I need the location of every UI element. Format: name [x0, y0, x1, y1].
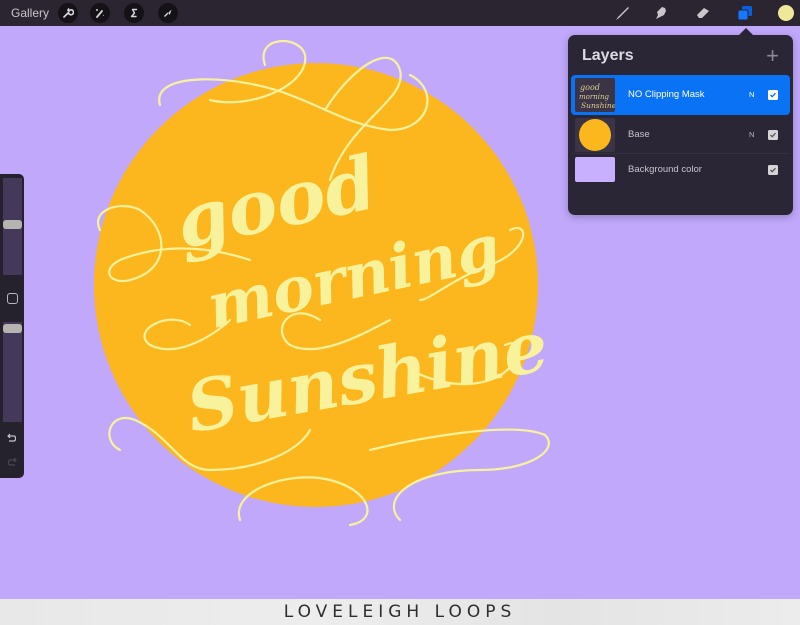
layers-icon[interactable] — [736, 4, 754, 22]
brand-footer: LOVELEIGH LOOPS — [0, 599, 800, 625]
checkmark-icon — [770, 92, 776, 98]
layer-thumbnail-lettering: good morning Sunshine — [575, 78, 617, 112]
sidebar — [0, 174, 24, 478]
gallery-button[interactable]: Gallery — [11, 6, 49, 20]
modify-button[interactable] — [7, 293, 18, 304]
checkmark-icon — [770, 167, 776, 173]
brush-icon[interactable] — [613, 4, 631, 22]
procreate-app: Gallery good morning Sunshine Layers + g… — [0, 0, 800, 625]
eraser-icon[interactable] — [694, 4, 712, 22]
actions-button[interactable] — [58, 3, 78, 23]
svg-text:good: good — [580, 83, 600, 92]
selection-s-icon — [130, 8, 138, 18]
layer-row[interactable]: good morning Sunshine NO Clipping Mask N — [571, 75, 790, 115]
opacity-slider[interactable] — [3, 322, 22, 422]
layers-panel-title: Layers — [582, 47, 634, 64]
layer-thumbnail-base — [575, 118, 615, 152]
svg-text:Sunshine: Sunshine — [581, 101, 615, 110]
wrench-icon — [63, 8, 74, 18]
layer-name: Base — [628, 129, 650, 140]
redo-icon[interactable] — [6, 456, 18, 468]
layer-row[interactable]: Background color — [571, 155, 790, 185]
layer-visibility-checkbox[interactable] — [768, 90, 778, 100]
magic-wand-icon — [96, 9, 104, 18]
svg-text:morning: morning — [579, 93, 609, 101]
opacity-thumb[interactable] — [3, 324, 22, 333]
blend-mode-button[interactable]: N — [749, 90, 754, 99]
layer-thumbnail-background — [575, 157, 615, 182]
smudge-icon[interactable] — [652, 4, 670, 22]
lettering-words: good morning Sunshine — [90, 30, 560, 530]
add-layer-button[interactable]: + — [766, 43, 779, 69]
selection-button[interactable] — [124, 3, 144, 23]
top-toolbar: Gallery — [0, 0, 800, 26]
layer-visibility-checkbox[interactable] — [768, 130, 778, 140]
brand-name: LOVELEIGH LOOPS — [283, 602, 517, 622]
arrow-cursor-icon — [164, 9, 172, 17]
transform-button[interactable] — [158, 3, 178, 23]
layer-name: Background color — [628, 164, 702, 175]
layers-panel: Layers + good morning Sunshine NO Clipping… — [568, 35, 793, 215]
brush-size-thumb[interactable] — [3, 220, 22, 229]
layer-visibility-checkbox[interactable] — [768, 165, 778, 175]
color-picker-button[interactable] — [778, 5, 794, 21]
checkmark-icon — [770, 132, 776, 138]
undo-icon[interactable] — [6, 432, 18, 444]
blend-mode-button[interactable]: N — [749, 130, 754, 139]
adjustments-button[interactable] — [90, 3, 110, 23]
layer-row[interactable]: Base N — [571, 116, 790, 154]
layer-name: NO Clipping Mask — [628, 89, 705, 100]
